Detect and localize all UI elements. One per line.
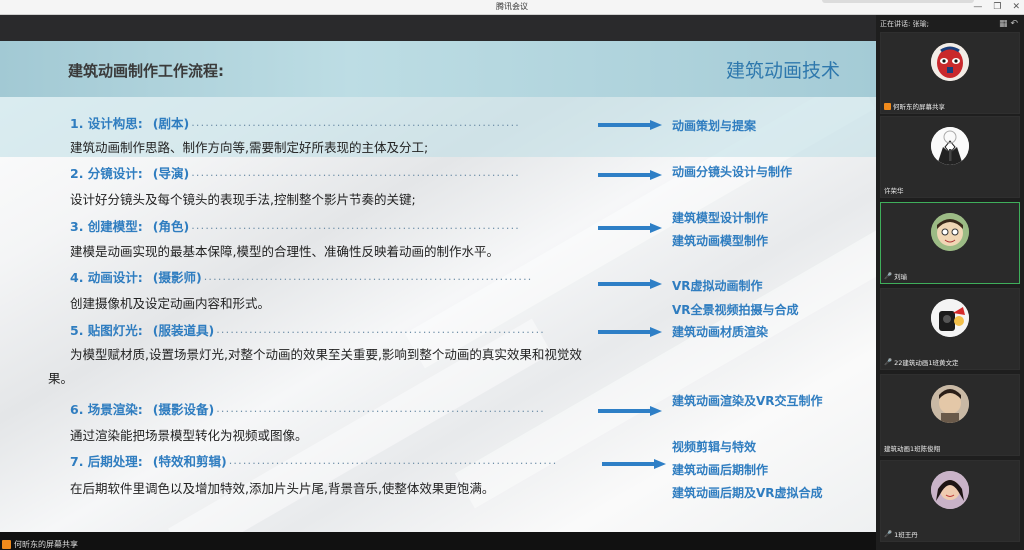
step-7-heading: 7. 后期处理: (特效和剪辑) .......................… xyxy=(70,451,590,469)
step-6-heading: 6. 场景渲染: (摄影设备) ........................… xyxy=(70,399,590,417)
shared-screen-slide: 建筑动画制作工作流程: 建筑动画技术 1. 设计构思: (剧本) .......… xyxy=(0,41,876,532)
collapse-icon[interactable]: ↶ xyxy=(1010,19,1018,29)
share-label: 何昕东的屏幕共享 xyxy=(14,539,78,549)
share-icon xyxy=(2,539,11,549)
avatar xyxy=(931,299,969,337)
output-label: 建筑动画后期制作 xyxy=(672,463,769,477)
step-role: (摄影设备) xyxy=(152,401,215,417)
participants-sidebar: 正在讲话: 张瑜; ▦ ↶ 何昕东的屏幕共享 许荣华 🎤 刘瑜 🎤 22建筑动画… xyxy=(876,15,1024,550)
dot-leader: ........................................… xyxy=(191,165,520,179)
slide-brand-title: 建筑动画技术 xyxy=(725,60,840,82)
arrow-icon xyxy=(598,223,662,233)
step-3-description: 建模是动画实现的最基本保障,模型的合理性、准确性反映着动画的制作水平。 xyxy=(70,244,499,259)
dot-leader: ........................................… xyxy=(191,218,520,232)
output-label: 建筑动画材质渲染 xyxy=(672,325,769,339)
participant-name: 🎤 刘瑜 xyxy=(884,272,908,281)
avatar xyxy=(931,127,969,165)
dot-leader: ........................................… xyxy=(203,269,533,283)
step-role: (摄影师) xyxy=(152,269,202,285)
avatar xyxy=(931,213,969,251)
dot-leader: ........................................… xyxy=(191,115,520,129)
step-role: (特效和剪辑) xyxy=(152,453,227,469)
output-label: 建筑模型设计制作 xyxy=(672,211,769,225)
mic-icon: 🎤 xyxy=(884,272,893,280)
step-5-heading: 5. 贴图灯光: (服装道具) ........................… xyxy=(70,320,590,338)
step-title: 2. 分镜设计: xyxy=(70,165,143,181)
participant-tile[interactable]: 🎤 1班王丹 xyxy=(880,460,1020,542)
step-role: (服装道具) xyxy=(152,322,215,338)
participant-name: 何昕东的屏幕共享 xyxy=(884,101,945,111)
step-6-description: 通过渲染能把场景模型转化为视频或图像。 xyxy=(70,428,308,443)
step-5-description: 为模型赋材质,设置场景灯光,对整个动画的效果至关重要,影响到整个动画的真实效果和… xyxy=(48,347,582,386)
step-1-heading: 1. 设计构思: (剧本) ..........................… xyxy=(70,113,590,131)
output-label: VR全景视频拍摄与合成 xyxy=(672,303,799,317)
step-role: (导演) xyxy=(152,165,190,181)
sidebar-controls: ▦ ↶ xyxy=(999,16,1018,32)
step-title: 1. 设计构思: xyxy=(70,115,143,131)
step-7-description: 在后期软件里调色以及增加特效,添加片头片尾,背景音乐,使整体效果更饱满。 xyxy=(70,481,495,496)
step-title: 4. 动画设计: xyxy=(70,269,143,285)
step-2-description: 设计好分镜头及每个镜头的表现手法,控制整个影片节奏的关键; xyxy=(70,192,416,207)
participant-name: 🎤 22建筑动画1班黄文定 xyxy=(884,358,959,367)
dot-leader: ........................................… xyxy=(216,401,545,415)
arrow-icon xyxy=(598,170,662,180)
step-title: 5. 贴图灯光: xyxy=(70,322,143,338)
arrow-icon xyxy=(598,279,662,289)
participant-tile[interactable]: 🎤 22建筑动画1班黄文定 xyxy=(880,288,1020,370)
output-label: 建筑动画后期及VR虚拟合成 xyxy=(672,486,823,500)
participant-tile[interactable]: 许荣华 xyxy=(880,116,1020,198)
step-4-heading: 4. 动画设计: (摄影师) .........................… xyxy=(70,267,590,285)
mic-muted-icon: 🎤 xyxy=(884,358,893,366)
output-label: 建筑动画模型制作 xyxy=(672,234,769,248)
step-title: 6. 场景渲染: xyxy=(70,401,143,417)
step-3-heading: 3. 创建模型: (角色) ..........................… xyxy=(70,216,590,234)
slide-header: 建筑动画制作工作流程: 建筑动画技术 xyxy=(0,41,876,97)
minimize-button[interactable]: — xyxy=(973,0,982,14)
avatar xyxy=(931,471,969,509)
window-controls: — ❐ ✕ xyxy=(973,0,1020,14)
restore-button[interactable]: ❐ xyxy=(993,0,1001,14)
avatar xyxy=(931,43,969,81)
share-icon xyxy=(884,102,891,110)
output-label: VR虚拟动画制作 xyxy=(672,279,763,293)
step-1-description: 建筑动画制作思路、制作方向等,需要制定好所表现的主体及分工; xyxy=(70,140,429,155)
output-label: 动画策划与提案 xyxy=(672,119,757,133)
avatar xyxy=(931,385,969,423)
step-2-heading: 2. 分镜设计: (导演) ..........................… xyxy=(70,163,590,181)
arrow-icon xyxy=(598,120,662,130)
step-role: (角色) xyxy=(152,218,190,234)
participant-name: 🎤 1班王丹 xyxy=(884,530,918,539)
step-title: 3. 创建模型: xyxy=(70,218,143,234)
participant-tile[interactable]: 🎤 刘瑜 xyxy=(880,202,1020,284)
slide-title: 建筑动画制作工作流程: xyxy=(68,62,224,80)
arrow-icon xyxy=(602,459,666,469)
output-label: 动画分镜头设计与制作 xyxy=(672,165,793,179)
mic-muted-icon: 🎤 xyxy=(884,530,893,538)
participant-name: 建筑动画1班陈俊翔 xyxy=(884,445,941,453)
close-button[interactable]: ✕ xyxy=(1012,0,1020,14)
output-label: 视频剪辑与特效 xyxy=(672,440,757,454)
arrow-icon xyxy=(598,406,662,416)
dot-leader: ........................................… xyxy=(216,322,545,336)
participant-tile[interactable]: 建筑动画1班陈俊翔 xyxy=(880,374,1020,456)
step-title: 7. 后期处理: xyxy=(70,453,143,469)
share-top-bar xyxy=(0,15,876,41)
participant-name: 许荣华 xyxy=(884,187,904,195)
step-4-description: 创建摄像机及设定动画内容和形式。 xyxy=(70,296,271,311)
share-bottom-bar xyxy=(0,532,876,550)
participant-tile[interactable]: 何昕东的屏幕共享 xyxy=(880,32,1020,114)
dot-leader: ........................................… xyxy=(228,453,558,467)
grid-view-icon[interactable]: ▦ xyxy=(999,19,1008,29)
window-titlebar: 腾讯会议 — ❐ ✕ xyxy=(0,0,1024,15)
output-label: 建筑动画渲染及VR交互制作 xyxy=(672,394,823,408)
titlebar-search-tab[interactable] xyxy=(822,0,974,3)
screen-share-badge[interactable]: 何昕东的屏幕共享 xyxy=(2,538,78,550)
step-role: (剧本) xyxy=(152,115,190,131)
arrow-icon xyxy=(598,327,662,337)
